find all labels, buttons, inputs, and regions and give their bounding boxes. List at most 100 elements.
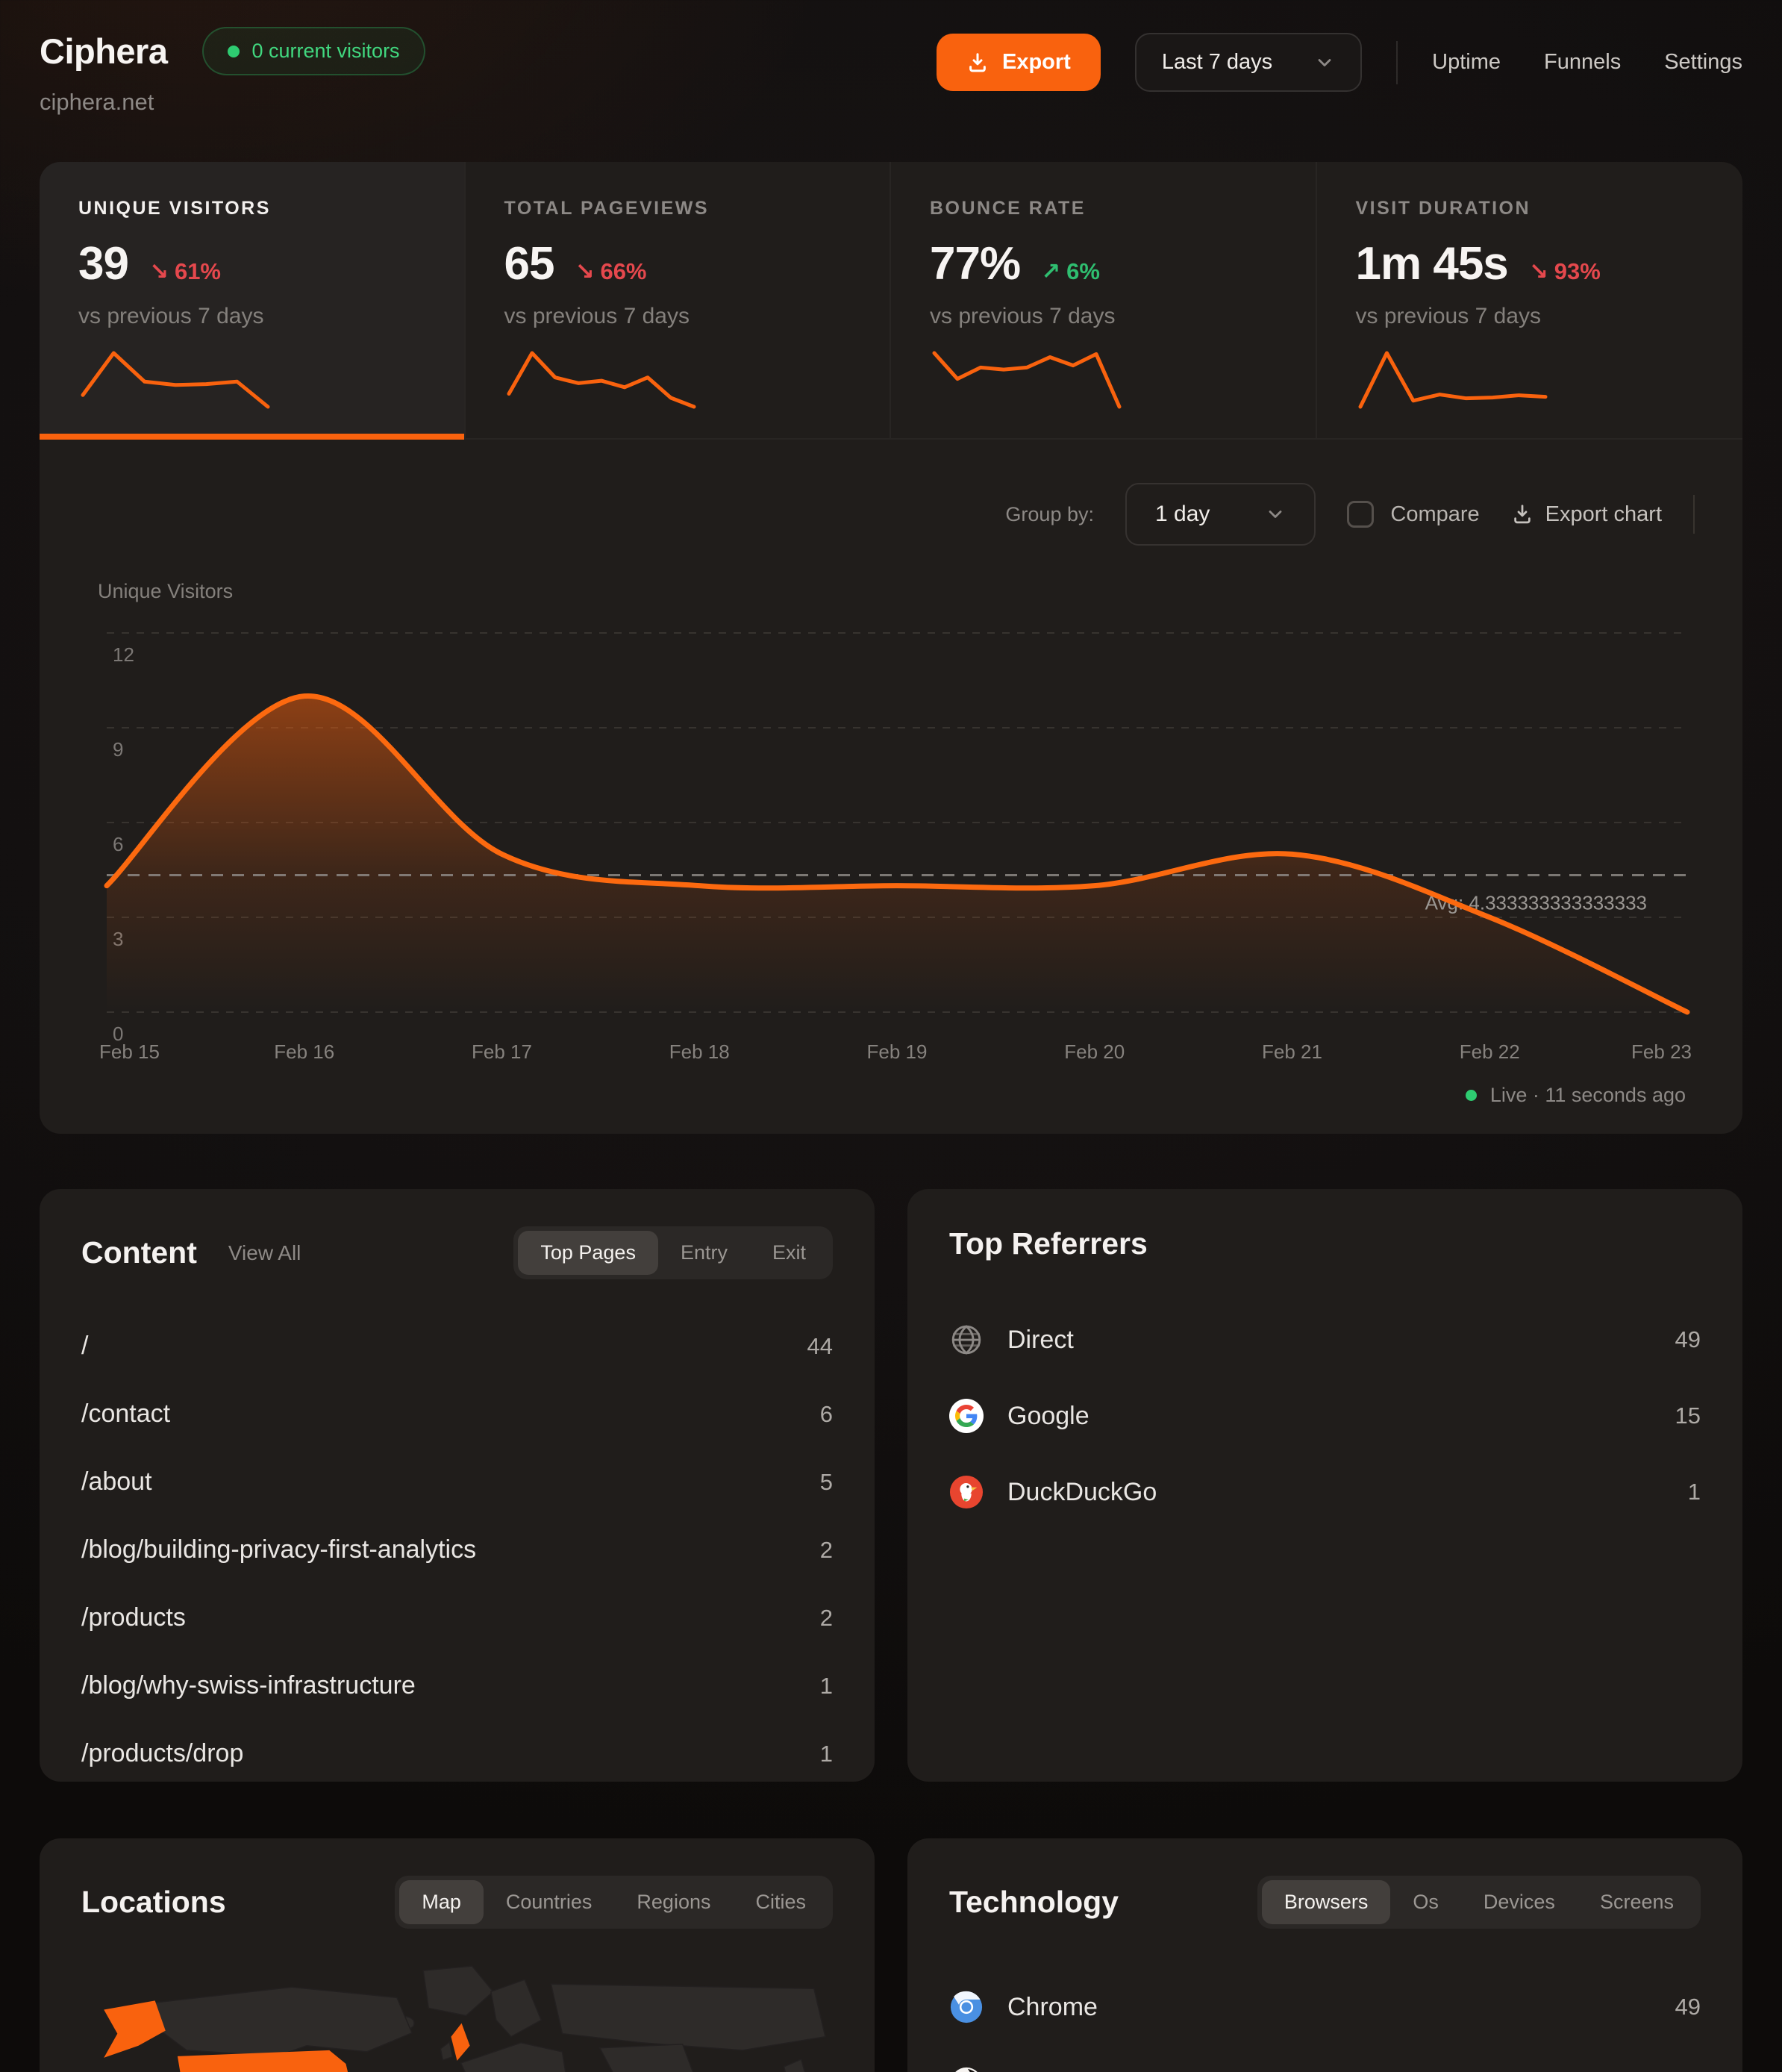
stat-label: BOUNCE RATE xyxy=(930,198,1277,219)
page-count: 1 xyxy=(820,1673,833,1700)
locations-tabs: Map Countries Regions Cities xyxy=(395,1876,833,1929)
locations-title: Locations xyxy=(81,1885,226,1920)
x-tick-label: Feb 18 xyxy=(669,1040,730,1063)
map-scandinavia xyxy=(491,1979,541,2037)
map-central-asia xyxy=(600,2044,696,2072)
analytics-dashboard: Ciphera 0 current visitors ciphera.net E… xyxy=(0,0,1782,2072)
export-chart-button[interactable]: Export chart xyxy=(1511,502,1662,527)
nav-item-uptime[interactable]: Uptime xyxy=(1432,50,1501,75)
group-by-select[interactable]: 1 day xyxy=(1125,483,1316,546)
date-range-select[interactable]: Last 7 days xyxy=(1135,33,1362,92)
current-visitors-label: 0 current visitors xyxy=(252,40,400,63)
stat-bounce-rate[interactable]: BOUNCE RATE 77% ↗6% vs previous 7 days xyxy=(891,162,1317,438)
chart-axis-title: Unique Visitors xyxy=(98,580,1695,603)
header-right: Export Last 7 days Uptime Funnels Settin… xyxy=(937,33,1742,92)
export-chart-label: Export chart xyxy=(1545,502,1662,527)
stat-unique-visitors[interactable]: UNIQUE VISITORS 39 ↘61% vs previous 7 da… xyxy=(40,162,466,438)
header: Ciphera 0 current visitors ciphera.net E… xyxy=(40,27,1742,116)
page-row[interactable]: /contact6 xyxy=(81,1380,833,1448)
tab-top-pages[interactable]: Top Pages xyxy=(518,1231,658,1275)
date-range-value: Last 7 days xyxy=(1162,50,1272,75)
tab-os[interactable]: Os xyxy=(1390,1880,1461,1924)
stat-total-pageviews[interactable]: TOTAL PAGEVIEWS 65 ↘66% vs previous 7 da… xyxy=(466,162,892,438)
map-united-kingdom[interactable] xyxy=(451,2023,469,2061)
page-row[interactable]: /products 2 xyxy=(81,1584,833,1652)
browser-row-chrome[interactable]: Chrome 49 xyxy=(949,1969,1701,2045)
referrer-count: 1 xyxy=(1688,1479,1701,1505)
world-map[interactable] xyxy=(81,1962,833,2072)
sparkline xyxy=(504,349,698,411)
header-divider xyxy=(1396,41,1398,84)
browser-row-firefox[interactable]: Firefox 15 xyxy=(949,2045,1701,2072)
technology-panel: Technology Browsers Os Devices Screens C… xyxy=(907,1838,1742,2072)
trend-down-icon: ↘ xyxy=(575,258,594,285)
referrer-row-duckduckgo[interactable]: DuckDuckGo 1 xyxy=(949,1454,1701,1530)
tab-devices[interactable]: Devices xyxy=(1461,1880,1578,1924)
x-tick-label: Feb 21 xyxy=(1262,1040,1322,1063)
referrers-panel: Top Referrers Direct 49 Google 15 xyxy=(907,1189,1742,1782)
chart-area xyxy=(107,696,1687,1012)
tab-regions[interactable]: Regions xyxy=(614,1880,733,1924)
page-path: /products xyxy=(81,1603,186,1632)
compare-label: Compare xyxy=(1390,502,1479,527)
nav-item-funnels[interactable]: Funnels xyxy=(1544,50,1621,75)
stat-delta: ↗6% xyxy=(1041,258,1100,285)
header-left: Ciphera 0 current visitors ciphera.net xyxy=(40,27,425,116)
stat-value: 77% xyxy=(930,237,1020,290)
chevron-down-icon xyxy=(1265,504,1286,525)
tab-map[interactable]: Map xyxy=(399,1880,484,1924)
main-nav: Uptime Funnels Settings xyxy=(1432,50,1742,75)
live-status: Live · 11 seconds ago xyxy=(40,1081,1742,1134)
tab-cities[interactable]: Cities xyxy=(733,1880,828,1924)
page-row[interactable]: /blog/building-privacy-first-analytics 2 xyxy=(81,1516,833,1584)
referrers-title: Top Referrers xyxy=(949,1226,1148,1261)
page-row[interactable]: /blog/why-swiss-infrastructure1 xyxy=(81,1652,833,1720)
map-europe xyxy=(461,2043,569,2072)
nav-item-settings[interactable]: Settings xyxy=(1664,50,1742,75)
tab-countries[interactable]: Countries xyxy=(484,1880,615,1924)
compare-toggle[interactable]: Compare xyxy=(1347,501,1479,528)
page-row[interactable]: /products/drop1 xyxy=(81,1720,833,1782)
stat-visit-duration[interactable]: VISIT DURATION 1m 45s ↘93% vs previous 7… xyxy=(1317,162,1743,438)
x-tick-label: Feb 20 xyxy=(1064,1040,1125,1063)
trend-up-icon: ↗ xyxy=(1041,258,1060,285)
firefox-icon xyxy=(949,2066,984,2072)
x-tick-label: Feb 19 xyxy=(867,1040,928,1063)
page-path: /contact xyxy=(81,1399,170,1429)
stat-compare: vs previous 7 days xyxy=(930,304,1277,329)
tab-entry[interactable]: Entry xyxy=(658,1231,750,1275)
referrers-list: Direct 49 Google 15 DuckDuckGo 1 xyxy=(949,1302,1701,1530)
page-row[interactable]: /about5 xyxy=(81,1448,833,1516)
referrer-row-direct[interactable]: Direct 49 xyxy=(949,1302,1701,1378)
trend-down-icon: ↘ xyxy=(149,258,169,285)
group-by-value: 1 day xyxy=(1155,502,1210,527)
page-row[interactable]: /44 xyxy=(81,1312,833,1380)
map-usa[interactable] xyxy=(178,2050,352,2072)
map-canada xyxy=(153,1987,412,2056)
page-count: 2 xyxy=(820,1537,833,1564)
sparkline xyxy=(930,349,1124,411)
map-greenland xyxy=(423,1966,493,2015)
map-alaska[interactable] xyxy=(104,2000,166,2058)
tab-browsers[interactable]: Browsers xyxy=(1262,1880,1391,1924)
page-path: /blog/building-privacy-first-analytics xyxy=(81,1535,476,1564)
y-tick-label: 9 xyxy=(113,738,123,761)
site-title: Ciphera xyxy=(40,31,168,72)
stat-compare: vs previous 7 days xyxy=(1356,304,1704,329)
download-icon xyxy=(1511,503,1534,525)
referrer-label: Direct xyxy=(1007,1326,1074,1355)
top-pages-list: /44 /contact6 /about5 /blog/building-pri… xyxy=(81,1312,833,1782)
stat-value: 65 xyxy=(504,237,554,290)
tab-exit[interactable]: Exit xyxy=(750,1231,828,1275)
compare-checkbox[interactable] xyxy=(1347,501,1374,528)
sparkline xyxy=(78,349,272,411)
referrer-row-google[interactable]: Google 15 xyxy=(949,1378,1701,1454)
page-count: 2 xyxy=(820,1605,833,1632)
browser-label: Chrome xyxy=(1007,1993,1098,2022)
browsers-list: Chrome 49 Firefox 15 xyxy=(949,1969,1701,2072)
tab-screens[interactable]: Screens xyxy=(1578,1880,1696,1924)
trend-down-icon: ↘ xyxy=(1529,258,1548,285)
view-all-link[interactable]: View All xyxy=(228,1241,301,1265)
export-button[interactable]: Export xyxy=(937,34,1101,91)
browser-count: 49 xyxy=(1675,1994,1701,2020)
